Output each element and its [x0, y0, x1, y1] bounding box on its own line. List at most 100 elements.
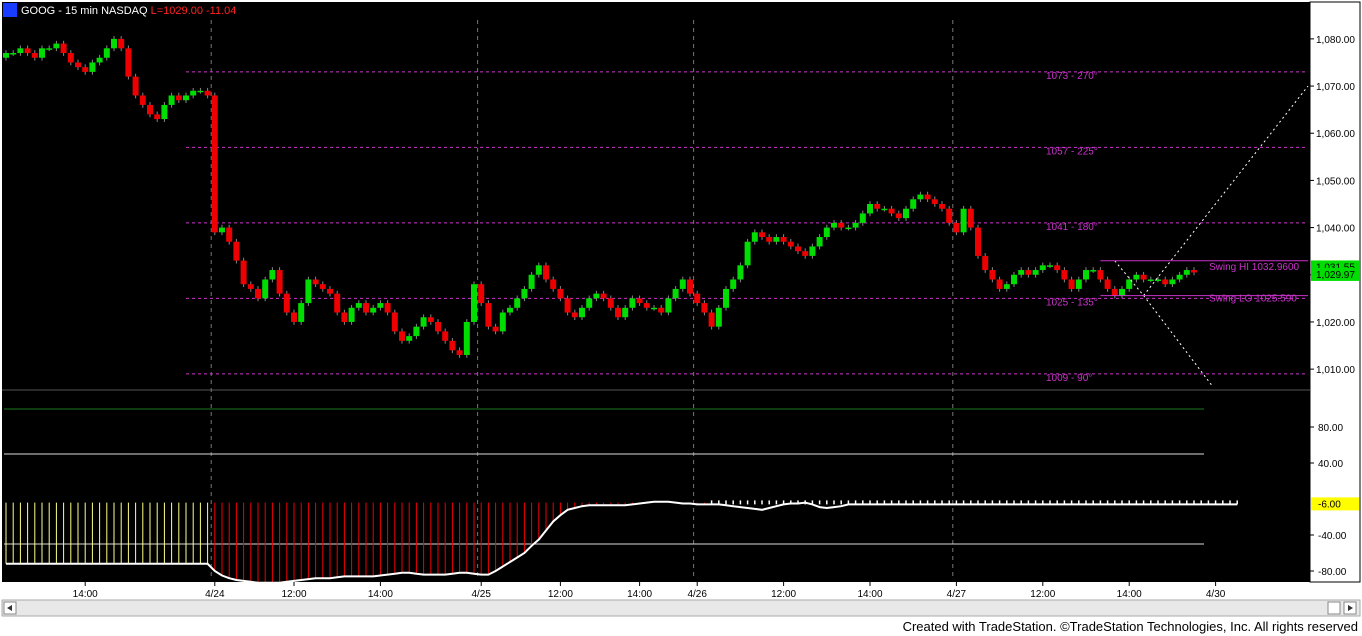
oscillator-axis-label: 80.00	[1318, 423, 1343, 434]
candle-body	[1183, 270, 1190, 275]
candle-body	[82, 67, 89, 72]
candle-body	[607, 298, 614, 308]
candle-body	[211, 95, 218, 233]
last-price-label: L=1029.00	[151, 5, 203, 17]
candle-body	[1147, 279, 1154, 281]
candle-body	[507, 307, 513, 313]
candle-body	[989, 270, 996, 280]
candle-body	[939, 204, 945, 209]
candle-body	[53, 43, 60, 49]
candle-body	[996, 279, 1003, 289]
candle-body	[492, 326, 499, 332]
candle-body	[1111, 288, 1118, 296]
candle-body	[895, 213, 902, 219]
candle-body	[341, 312, 348, 322]
candle-body	[312, 279, 319, 285]
time-axis-label: 14:00	[368, 589, 393, 600]
candle-body	[31, 53, 38, 58]
candle-body	[571, 312, 578, 318]
horizontal-scrollbar[interactable]	[1, 599, 1361, 617]
candle-body	[946, 208, 953, 223]
candle-body	[132, 76, 139, 96]
candle-body	[1047, 265, 1053, 267]
candle-body	[679, 279, 686, 289]
candle-body	[543, 265, 549, 280]
time-axis-label: 12:00	[771, 589, 796, 600]
time-axis-label: 4/27	[947, 589, 967, 600]
candle-body	[1104, 279, 1111, 289]
swing-hi-label: Swing HI 1032.9600	[1209, 262, 1300, 273]
candle-body	[125, 48, 132, 77]
candle-body	[701, 303, 708, 313]
candle-body	[550, 279, 557, 289]
candle-body	[175, 95, 182, 101]
candle-body	[190, 90, 197, 96]
candle-body	[982, 255, 989, 271]
candle-body	[629, 298, 636, 308]
exchange-label: NASDAQ	[101, 5, 148, 17]
candle-body	[643, 303, 650, 308]
candle-body	[744, 241, 751, 266]
candle-body	[665, 298, 672, 313]
gann-level-label: 1057 - 225°	[1046, 146, 1098, 157]
candle-body	[219, 227, 225, 233]
candle-body	[363, 303, 369, 313]
candle-body	[204, 90, 211, 96]
price-tag-label: 1,029.97	[1316, 270, 1355, 281]
candle-body	[809, 246, 816, 256]
gann-level-label: 1025 - 135°	[1046, 297, 1098, 308]
candle-body	[370, 307, 377, 313]
candle-body	[233, 241, 240, 261]
candle-body	[708, 312, 715, 327]
candle-body	[348, 307, 355, 322]
gann-level-label: 1009 - 90°	[1046, 373, 1092, 384]
candle-body	[255, 288, 261, 299]
candle-body	[1119, 288, 1125, 296]
oscillator-axis-label: 40.00	[1318, 459, 1343, 470]
candle-body	[118, 38, 125, 49]
swing-lo-label: Swing LO 1025.590	[1209, 294, 1297, 305]
candle-body	[39, 48, 45, 58]
candle-body	[168, 95, 175, 105]
candle-body	[960, 208, 967, 233]
candle-body	[1025, 270, 1032, 275]
candle-body	[276, 270, 283, 294]
change-label: -11.04	[206, 5, 236, 17]
price-axis-label: 1,070.00	[1316, 82, 1355, 93]
candle-body	[485, 303, 492, 327]
symbol-icon[interactable]	[3, 3, 17, 17]
gann-level-label: 1073 - 270°	[1046, 71, 1098, 82]
candle-body	[1090, 270, 1097, 272]
candle-body	[795, 246, 801, 252]
candle-body	[1162, 279, 1169, 285]
candle-body	[1140, 274, 1147, 280]
chart-header: GOOG - 15 min NASDAQ L=1029.00 -11.04	[21, 5, 236, 17]
candle-body	[1176, 274, 1183, 280]
candle-body	[319, 284, 326, 289]
candle-body	[269, 270, 276, 280]
candle-body	[780, 237, 787, 242]
scroll-thumb[interactable]	[1327, 601, 1341, 615]
candle-body	[514, 298, 521, 308]
candle-body	[773, 237, 780, 242]
candle-body	[75, 62, 81, 68]
candle-body	[557, 288, 564, 299]
candle-body	[298, 303, 305, 322]
candle-body	[391, 312, 398, 332]
candle-body	[1018, 270, 1025, 275]
candle-body	[867, 204, 873, 214]
candle-body	[903, 208, 909, 219]
candle-body	[723, 288, 729, 308]
candle-body	[197, 90, 204, 93]
candle-body	[528, 274, 535, 289]
chart-canvas: 1073 - 270° 1057 - 225° 1041 - 180° 1025 - …	[0, 0, 1362, 636]
candle-body	[593, 293, 600, 299]
time-axis-label: 12:00	[281, 589, 306, 600]
candle-body	[658, 307, 665, 313]
candle-body	[456, 350, 463, 355]
candle-body	[579, 307, 585, 318]
candle-body	[377, 303, 384, 308]
candle-body	[1068, 279, 1075, 289]
candle-body	[262, 279, 269, 299]
candle-body	[96, 57, 103, 63]
